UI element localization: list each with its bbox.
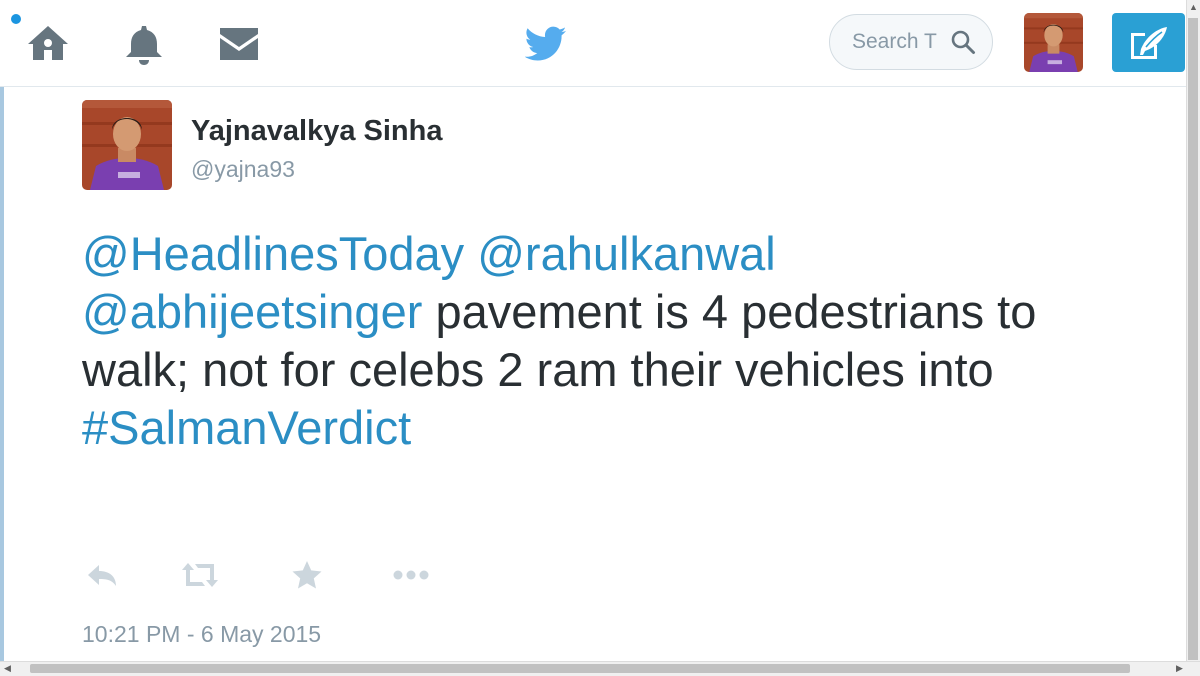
favorite-icon[interactable] <box>290 558 324 592</box>
hashtag-link[interactable]: #SalmanVerdict <box>82 401 411 454</box>
compose-tweet-button[interactable] <box>1112 13 1185 72</box>
twitter-bird-icon[interactable] <box>525 25 567 63</box>
search-box[interactable] <box>829 14 993 70</box>
author-avatar-image <box>82 100 172 190</box>
mention-link[interactable]: @HeadlinesToday <box>82 227 464 280</box>
mention-link[interactable]: @abhijeetsinger <box>82 285 422 338</box>
tweet-author-avatar[interactable] <box>82 100 172 190</box>
vertical-scrollbar-thumb[interactable] <box>1188 18 1198 660</box>
top-navigation-bar <box>0 0 1186 87</box>
horizontal-scrollbar-thumb[interactable] <box>30 664 1130 673</box>
tweet-text: @HeadlinesToday @rahulkanwal @abhijeetsin… <box>82 225 1142 457</box>
account-avatar-image <box>1024 13 1083 72</box>
search-input[interactable] <box>852 30 948 54</box>
mail-icon[interactable] <box>217 22 261 66</box>
compose-tweet-icon <box>1131 27 1167 59</box>
bell-icon[interactable] <box>122 22 166 66</box>
retweet-icon[interactable] <box>180 558 220 592</box>
page-left-accent <box>0 86 4 662</box>
account-avatar[interactable] <box>1024 13 1083 72</box>
more-icon[interactable] <box>392 558 430 592</box>
notification-dot <box>11 14 21 24</box>
scroll-left-arrow-icon[interactable]: ◀ <box>4 663 11 674</box>
reply-icon[interactable] <box>84 558 120 592</box>
home-icon[interactable] <box>26 22 70 66</box>
search-icon[interactable] <box>950 29 976 55</box>
author-handle[interactable]: @yajna93 <box>191 156 295 183</box>
scroll-right-arrow-icon[interactable]: ▶ <box>1176 663 1183 674</box>
mention-link[interactable]: @rahulkanwal <box>477 227 776 280</box>
tweet-timestamp[interactable]: 10:21 PM - 6 May 2015 <box>82 621 321 648</box>
scroll-up-arrow-icon[interactable]: ▲ <box>1189 2 1198 12</box>
author-name[interactable]: Yajnavalkya Sinha <box>191 115 442 148</box>
